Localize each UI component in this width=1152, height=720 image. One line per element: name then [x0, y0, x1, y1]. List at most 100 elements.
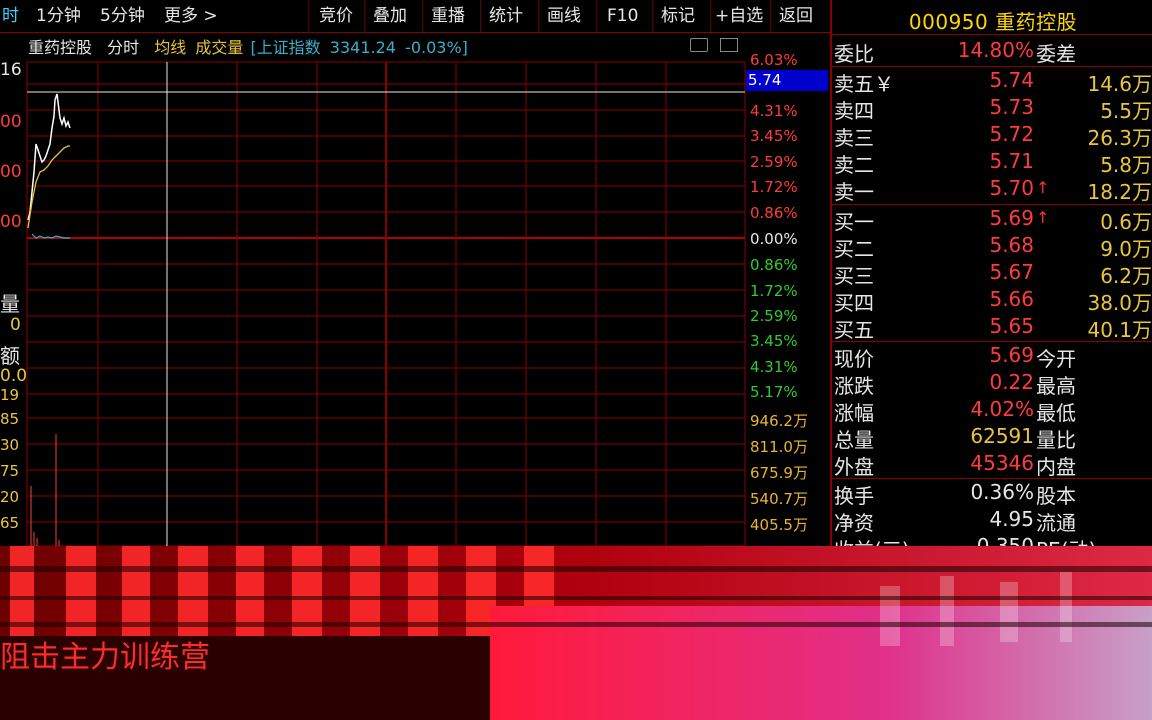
intraday-chart[interactable]: 重药控股 分时 均线 成交量 [上证指数 3341.24 -0.03%] — [0, 32, 830, 546]
divider — [830, 34, 1152, 35]
stat-label: 内盘 — [1036, 455, 1076, 479]
add-favorite-button[interactable]: +自选 — [710, 0, 763, 32]
divider — [830, 341, 1152, 342]
stat-value: 4.02% — [970, 397, 1034, 421]
volume-axis-label: 946.2万 — [750, 412, 808, 430]
weibi-value: 14.80% — [957, 38, 1034, 62]
left-axis-label: 量 — [0, 292, 20, 316]
left-axis-label: 30 — [0, 436, 20, 454]
buy-label: 买五 — [834, 318, 874, 342]
replay-button[interactable]: 重播 — [422, 0, 465, 32]
sell-qty: 26.3万 — [1087, 126, 1152, 150]
index-change: -0.03%] — [405, 38, 468, 57]
buy-qty: 38.0万 — [1087, 291, 1152, 315]
draw-line-button[interactable]: 画线 — [538, 0, 581, 32]
buy-price: 5.65 — [989, 314, 1034, 338]
sell-row[interactable]: 卖三 5.72 26.3万 — [834, 122, 1152, 150]
tab-1min[interactable]: 1分钟 — [36, 0, 81, 32]
more-button[interactable]: 更多 > — [164, 0, 218, 32]
sell-row[interactable]: 卖五￥ 5.74 14.6万 — [834, 68, 1152, 96]
stat-label: 量比 — [1036, 428, 1076, 452]
left-axis-label: 20 — [0, 488, 20, 506]
divider — [830, 66, 1152, 67]
auction-button[interactable]: 竞价 — [308, 0, 353, 32]
index-line — [31, 233, 70, 239]
sell-price: 5.71 — [989, 149, 1034, 173]
sell-price: 5.73 — [989, 95, 1034, 119]
pct-label: 1.72% — [750, 282, 798, 300]
stat-value: 62591 — [970, 424, 1034, 448]
buy-label: 买三 — [834, 264, 874, 288]
stat-row: 总量 62591 量比 — [834, 424, 1152, 452]
pct-label: 4.31% — [750, 358, 798, 376]
stat-row: 净资 4.95 流通 — [834, 507, 1152, 535]
stat-label: 涨跌 — [834, 374, 874, 398]
volume-axis-label: 405.5万 — [750, 516, 808, 534]
pct-label: 0.86% — [750, 204, 798, 222]
stat-row: 涨跌 0.22 最高 — [834, 370, 1152, 398]
buy-row[interactable]: 买二 5.68 9.0万 — [834, 233, 1152, 261]
stat-label: 现价 — [834, 347, 874, 371]
stat-value: 45346 — [970, 451, 1034, 475]
sell-label: 卖四 — [834, 99, 874, 123]
stat-row: 现价 5.69 今开 — [834, 343, 1152, 371]
stat-label: 最高 — [1036, 374, 1076, 398]
stat-label: 今开 — [1036, 347, 1076, 371]
back-button[interactable]: 返回 — [770, 0, 813, 32]
stat-label: 换手 — [834, 484, 874, 508]
up-arrow-icon: ↑ — [1036, 178, 1050, 197]
stock-title: 000950 重药控股 — [832, 6, 1152, 35]
stat-label: 股本 — [1036, 484, 1076, 508]
sell-label: 卖五￥ — [834, 72, 894, 96]
volume-axis-label: 811.0万 — [750, 438, 808, 456]
pct-zero-label: 0.00% — [750, 230, 798, 248]
sell-qty: 14.6万 — [1087, 72, 1152, 96]
sell-price: 5.74 — [989, 68, 1034, 92]
pct-label: 5.17% — [750, 383, 798, 401]
pct-label: 2.59% — [750, 307, 798, 325]
stat-row: 外盘 45346 内盘 — [834, 451, 1152, 479]
sell-label: 卖一 — [834, 180, 874, 204]
buy-row[interactable]: 买五 5.65 40.1万 — [834, 314, 1152, 342]
volume-axis-label: 675.9万 — [750, 464, 808, 482]
zoom-icon[interactable] — [690, 38, 708, 52]
sell-qty: 18.2万 — [1087, 180, 1152, 204]
sell-label: 卖三 — [834, 126, 874, 150]
buy-label: 买四 — [834, 291, 874, 315]
divider — [830, 478, 1152, 479]
stat-row: 换手 0.36% 股本 — [834, 480, 1152, 508]
sell-price: 5.72 — [989, 122, 1034, 146]
sell-row[interactable]: 卖一 5.70 ↑ 18.2万 — [834, 176, 1152, 204]
tab-5min[interactable]: 5分钟 — [100, 0, 145, 32]
sell-label: 卖二 — [834, 153, 874, 177]
buy-qty: 40.1万 — [1087, 318, 1152, 342]
buy-row[interactable]: 买一 5.69 ↑ 0.6万 — [834, 206, 1152, 234]
price-line — [27, 93, 71, 221]
buy-row[interactable]: 买四 5.66 38.0万 — [834, 287, 1152, 315]
overlay-button[interactable]: 叠加 — [364, 0, 407, 32]
volume-axis-label: 540.7万 — [750, 490, 808, 508]
chart-grid — [26, 61, 746, 546]
stat-row: 涨幅 4.02% 最低 — [834, 397, 1152, 425]
buy-price: 5.67 — [989, 260, 1034, 284]
tab-timeshare[interactable]: 时 — [2, 0, 19, 32]
window-icon[interactable] — [720, 38, 738, 52]
stat-value: 5.69 — [989, 343, 1034, 367]
mark-button[interactable]: 标记 — [652, 0, 695, 32]
stats-button[interactable]: 统计 — [480, 0, 523, 32]
banner-text: 阻击主力训练营 — [0, 640, 210, 675]
sell-price: 5.70 — [989, 176, 1034, 200]
stat-label: 净资 — [834, 511, 874, 535]
sell-row[interactable]: 卖二 5.71 5.8万 — [834, 149, 1152, 177]
buy-qty: 9.0万 — [1100, 237, 1152, 261]
sell-row[interactable]: 卖四 5.73 5.5万 — [834, 95, 1152, 123]
buy-qty: 6.2万 — [1100, 264, 1152, 288]
left-axis-label: 19 — [0, 386, 20, 404]
divider — [830, 204, 1152, 205]
chart-toolbar: 时 1分钟 5分钟 更多 > 竞价 叠加 重播 统计 画线 F10 标记 +自选… — [0, 0, 830, 33]
left-axis-label: 00 — [0, 162, 22, 182]
stat-label: 外盘 — [834, 455, 874, 479]
buy-price: 5.66 — [989, 287, 1034, 311]
f10-button[interactable]: F10 — [596, 0, 638, 32]
buy-row[interactable]: 买三 5.67 6.2万 — [834, 260, 1152, 288]
